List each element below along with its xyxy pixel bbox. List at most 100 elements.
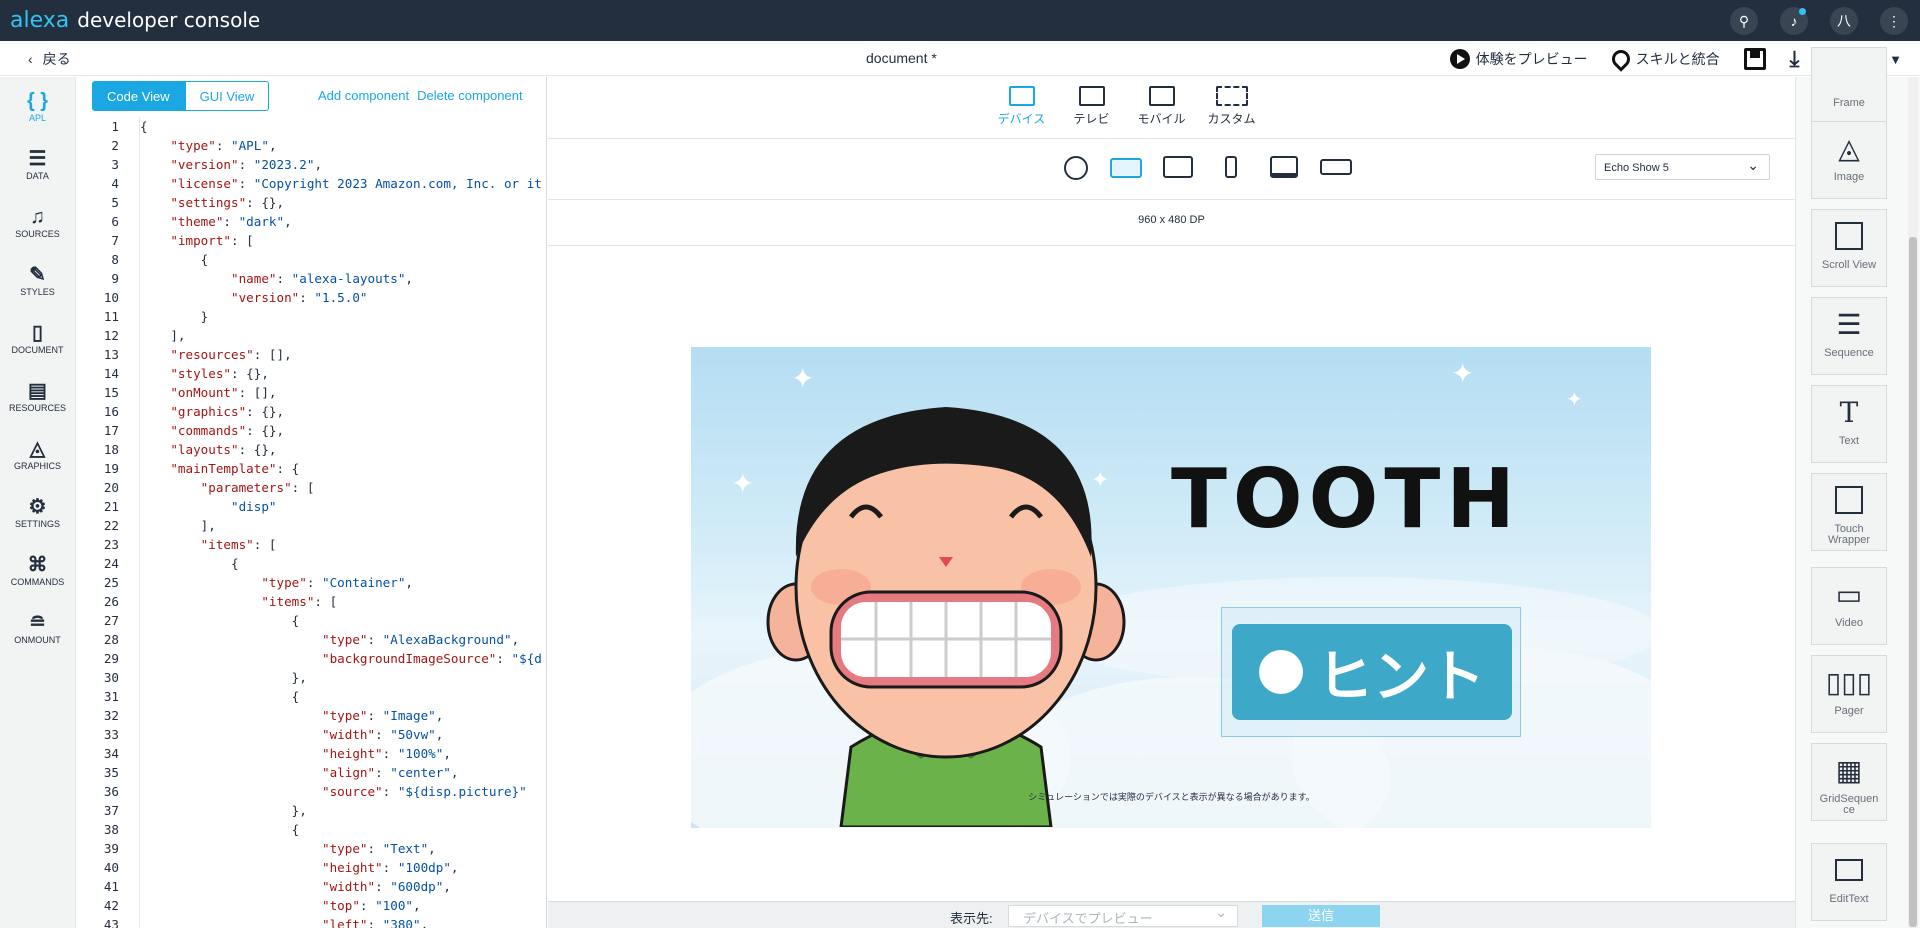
nav-data[interactable]: ☰ DATA [0, 135, 75, 193]
code-line: "import": [ [170, 233, 254, 248]
round-device-icon[interactable] [1064, 156, 1088, 180]
code-line: ], [140, 518, 216, 533]
line-number: 29 [103, 651, 119, 666]
code-line: }, [140, 670, 307, 685]
component-sequence[interactable]: ☰ Sequence [1811, 297, 1887, 375]
download-button[interactable]: ⤓ [1790, 46, 1800, 72]
component-frame[interactable]: Frame [1811, 47, 1887, 125]
integrate-skill-button[interactable]: スキルと統合 [1607, 46, 1720, 72]
search-icon[interactable]: ⚲ [1730, 7, 1758, 35]
logo-developer-console: developer console [77, 8, 261, 32]
tab-mobile[interactable]: モバイル [1137, 86, 1187, 138]
code-line: } [140, 309, 209, 324]
sequence-icon: ☰ [1836, 308, 1862, 340]
component-edit-text[interactable]: EditText [1811, 843, 1887, 921]
code-editor[interactable]: 1 2 3 4 5 6 7 8 9 10 11 12 13 14 15 16 17 18 19 20 21 22 23 24 2… [77, 117, 547, 928]
nav-settings[interactable]: ⚙ SETTINGS [0, 483, 75, 541]
user-avatar[interactable]: 八 [1830, 7, 1858, 35]
component-text[interactable]: T Text [1811, 385, 1887, 463]
delete-component-link[interactable]: Delete component [417, 88, 523, 103]
save-button[interactable] [1743, 48, 1766, 70]
line-number: 32 [103, 708, 119, 723]
more-menu-icon[interactable]: ⋮ [1880, 7, 1908, 35]
component-image[interactable]: ◬ Image [1811, 121, 1887, 199]
line-number: 20 [103, 480, 119, 495]
component-scroll-view[interactable]: Scroll View [1811, 209, 1887, 287]
line-number: 33 [103, 727, 119, 742]
tab-custom[interactable]: カスタム [1207, 86, 1257, 138]
selected-component-outline[interactable]: ヒント [1221, 607, 1521, 737]
code-line: "license": "Copyright 2023 Amazon.com, I… [170, 176, 542, 191]
code-line: "parameters": [ [200, 480, 315, 495]
alexa-logo[interactable]: alexa developer console [10, 8, 260, 33]
preview-button[interactable]: 体験をプレビュー [1449, 49, 1588, 69]
nav-styles[interactable]: ✎ STYLES [0, 251, 75, 309]
line-number: 30 [103, 670, 119, 685]
device-select[interactable]: Echo Show 5 [1595, 154, 1770, 180]
image-icon: ◬ [1838, 132, 1860, 164]
component-touch-wrapper[interactable]: Touch Wrapper [1811, 473, 1887, 551]
code-line: ], [140, 328, 186, 343]
palette-scrollbar[interactable] [1908, 77, 1918, 928]
integrate-label: スキルと統合 [1635, 51, 1720, 67]
code-line: "theme": "dark", [170, 214, 292, 229]
add-component-link[interactable]: Add component [318, 88, 409, 103]
logo-alexa: alexa [10, 8, 70, 33]
code-line: { [140, 689, 300, 704]
portrait-device-icon[interactable] [1225, 156, 1237, 178]
line-number: 21 [103, 499, 119, 514]
line-number: 10 [103, 290, 119, 305]
component-video[interactable]: ▭ Video [1811, 567, 1887, 645]
tab-tv[interactable]: テレビ [1067, 86, 1117, 138]
code-line: "type": "AlexaBackground", [321, 632, 520, 647]
play-icon [1449, 49, 1470, 69]
nav-graphics[interactable]: ◬ GRAPHICS [0, 425, 75, 483]
pin-icon [1607, 46, 1634, 72]
line-number: 27 [103, 613, 119, 628]
tab-code-view[interactable]: Code View [92, 81, 185, 111]
code-line: "graphics": {}, [170, 404, 285, 419]
component-pager[interactable]: ▯▯▯ Pager [1811, 655, 1887, 733]
device-screen[interactable]: ✦ ✦ ✦ ✦ ✦ TOOTH ヒント [691, 347, 1651, 828]
target-device-select[interactable]: デバイスでプレビュー [1008, 904, 1238, 927]
line-number: 7 [111, 233, 119, 248]
line-number: 8 [111, 252, 119, 267]
landscape-small-device-icon[interactable] [1110, 158, 1142, 178]
tab-device[interactable]: デバイス [997, 86, 1047, 138]
component-grid-sequence[interactable]: ▦ GridSequence [1811, 743, 1887, 821]
nav-document[interactable]: ▯ DOCUMENT [0, 309, 75, 367]
line-number: 36 [103, 784, 119, 799]
code-line: }, [140, 803, 307, 818]
code-line: "layouts": {}, [170, 442, 277, 457]
code-line: "styles": {}, [170, 366, 269, 381]
back-button[interactable]: ‹ 戻る [28, 49, 71, 69]
onmount-icon: ≘ [29, 612, 46, 634]
tv-stand-device-icon[interactable] [1270, 156, 1298, 178]
device-icon [1008, 86, 1035, 106]
sources-icon: ♫ [30, 206, 45, 228]
code-line: "commands": {}, [170, 423, 285, 438]
landscape-medium-device-icon[interactable] [1163, 156, 1193, 178]
code-line: "onMount": [], [170, 385, 277, 400]
code-line: "top": "100", [321, 898, 421, 913]
document-title: document * [866, 50, 937, 66]
tab-gui-view[interactable]: GUI View [184, 81, 270, 111]
top-bar: alexa developer console ⚲ ♪ 八 ⋮ [0, 0, 1920, 41]
send-button[interactable]: 送信 [1262, 905, 1380, 927]
nav-apl[interactable]: { } APL [0, 77, 75, 135]
text-icon: T [1839, 395, 1859, 429]
line-number: 16 [103, 404, 119, 419]
nav-resources[interactable]: ▤ RESOURCES [0, 367, 75, 425]
nav-onmount[interactable]: ≘ ONMOUNT [0, 599, 75, 657]
wide-device-icon[interactable] [1320, 159, 1352, 175]
line-number: 15 [103, 385, 119, 400]
simulator-area: ✦ ✦ ✦ ✦ ✦ TOOTH ヒント シミュレーションでは実際のデバイスと表示… [548, 245, 1795, 900]
line-number-gutter: 1 2 3 4 5 6 7 8 9 10 11 12 13 14 15 16 17 18 19 20 21 22 23 24 2… [77, 117, 119, 928]
nav-sources[interactable]: ♫ SOURCES [0, 193, 75, 251]
notification-bell-icon[interactable]: ♪ [1780, 7, 1808, 35]
nav-commands[interactable]: ⌘ COMMANDS [0, 541, 75, 599]
code-line: "version": "2023.2", [170, 157, 323, 172]
code-line: "type": "Text", [321, 841, 436, 856]
left-sidebar: { } APL ☰ DATA ♫ SOURCES ✎ STYLES ▯ DOCUMENT … [0, 77, 76, 928]
code-line: "settings": {}, [170, 195, 285, 210]
